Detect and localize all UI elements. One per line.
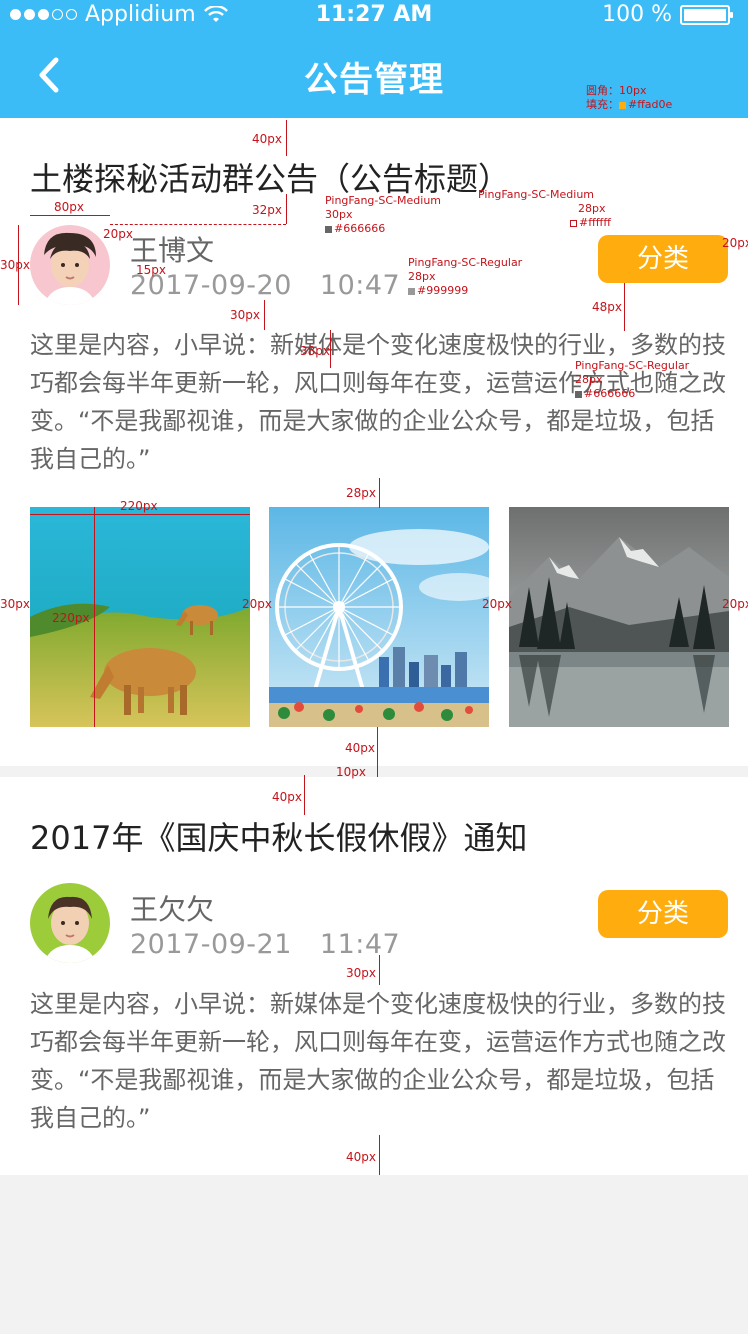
dim-label: 15px xyxy=(136,263,166,277)
dim-line xyxy=(377,727,378,767)
dim-label: 10px xyxy=(336,765,366,779)
dim-label: 30px xyxy=(0,258,30,272)
dim-line xyxy=(286,120,287,156)
dim-line xyxy=(304,775,305,815)
dim-line xyxy=(624,283,625,331)
nav-bar: 公告管理 圆角：10px 填充： #ffad0e xyxy=(0,32,748,118)
dim-line xyxy=(110,224,286,225)
mountain-lake-photo[interactable] xyxy=(509,507,729,727)
dim-line xyxy=(377,766,378,777)
dim-line xyxy=(30,514,250,515)
category-button[interactable]: 分类 xyxy=(598,235,728,283)
dim-line xyxy=(286,194,287,224)
font-annotation: PingFang-SC-Medium 28px #ffffff xyxy=(478,188,611,229)
dim-line xyxy=(379,1135,380,1175)
dim-label: 30px xyxy=(0,597,30,611)
battery-percent: 100 % xyxy=(602,2,672,27)
post-date: 2017-09-21 xyxy=(130,929,292,960)
avatar xyxy=(30,883,110,963)
post-card[interactable]: 土楼探秘活动群公告（公告标题） 王博文 2017-09-20 10:47 分类 这… xyxy=(0,118,748,767)
post-title: 2017年《国庆中秋长假休假》通知 xyxy=(30,819,528,857)
dim-label: 40px xyxy=(345,741,375,755)
dim-label: 220px xyxy=(52,611,90,625)
dim-label: 28px xyxy=(346,486,376,500)
dim-label: 20px xyxy=(722,597,748,611)
dim-line xyxy=(379,478,380,508)
dim-line xyxy=(264,300,265,330)
dim-label: 30px xyxy=(346,966,376,980)
dim-label: 40px xyxy=(346,1150,376,1164)
post-time: 11:47 xyxy=(319,929,401,960)
post-datetime: 2017-09-21 11:47 xyxy=(130,929,400,960)
dim-label: 20px xyxy=(482,597,512,611)
battery-group: 100 % xyxy=(602,2,733,27)
post-datetime: 2017-09-20 10:47 xyxy=(130,270,400,301)
dim-label: 80px xyxy=(54,200,84,214)
dim-label: 40px xyxy=(272,790,302,804)
dim-line xyxy=(330,330,331,368)
status-bar: Applidium 11:27 AM 100 % xyxy=(0,0,748,32)
avatar xyxy=(30,225,110,305)
font-annotation: PingFang-SC-Medium 30px #666666 xyxy=(325,194,441,235)
author-name: 王欠欠 xyxy=(130,893,215,926)
ferris-wheel-photo[interactable] xyxy=(269,507,489,727)
dim-label: 20px xyxy=(242,597,272,611)
font-annotation: PingFang-SC-Regular 28px #999999 xyxy=(408,256,523,297)
font-annotation: PingFang-SC-Regular 28px #666666 xyxy=(575,359,690,400)
dim-line xyxy=(94,507,95,727)
dim-line xyxy=(379,955,380,985)
dim-line xyxy=(30,215,110,216)
post-content: 这里是内容，小早说：新媒体是个变化速度极快的行业，多数的技巧都会每半年更新一轮，… xyxy=(30,990,726,1132)
post-card[interactable]: 2017年《国庆中秋长假休假》通知 王欠欠 2017-09-21 11:47 分类… xyxy=(0,775,748,1175)
dim-label: 38px xyxy=(300,344,330,358)
dim-label: 220px xyxy=(120,499,158,513)
dim-label: 20px xyxy=(103,227,133,241)
battery-icon xyxy=(680,4,733,25)
dim-label: 32px xyxy=(252,203,282,217)
dim-label: 48px xyxy=(592,300,622,314)
post-content: 这里是内容，小早说：新媒体是个变化速度极快的行业，多数的技巧都会每半年更新一轮，… xyxy=(30,331,726,473)
dim-label: 30px xyxy=(230,308,260,322)
dim-label: 40px xyxy=(252,132,282,146)
battery-level xyxy=(684,8,726,21)
dim-label: 20px xyxy=(722,236,748,250)
radius-annotation: 圆角：10px 填充： #ffad0e xyxy=(586,84,673,111)
category-button[interactable]: 分类 xyxy=(598,890,728,938)
post-time: 10:47 xyxy=(319,270,401,301)
